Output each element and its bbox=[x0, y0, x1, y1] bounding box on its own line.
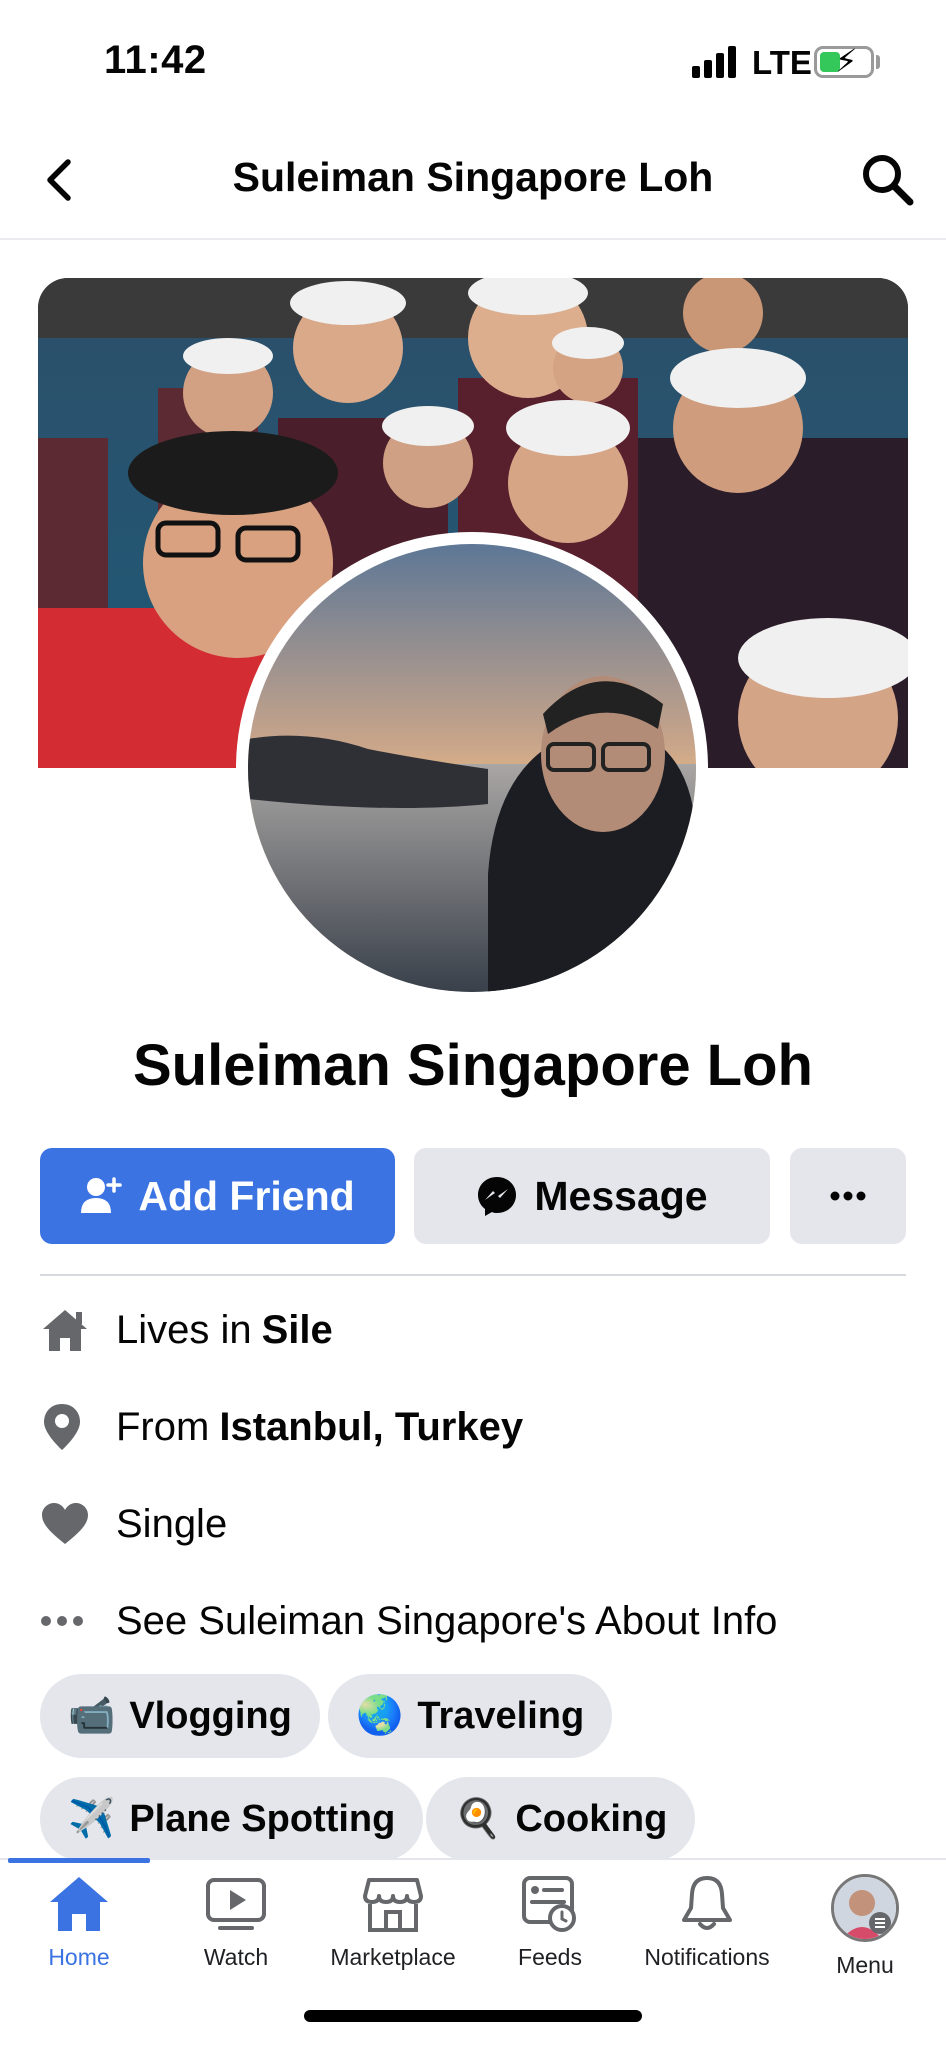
globe-icon: 🌏 bbox=[356, 1695, 404, 1737]
from-prefix: From bbox=[116, 1404, 210, 1449]
messenger-icon bbox=[478, 1177, 517, 1216]
tab-label: Watch bbox=[203, 1944, 269, 1970]
network-label: LTE bbox=[752, 44, 812, 81]
profile-name: Suleiman Singapore Loh bbox=[133, 1033, 813, 1098]
marketplace-icon bbox=[363, 1878, 423, 1932]
relationship-status: Single bbox=[116, 1501, 228, 1546]
location-pin-icon bbox=[44, 1404, 80, 1450]
info-from: From Istanbul, Turkey bbox=[40, 1397, 906, 1457]
interest-label: Cooking bbox=[515, 1797, 668, 1840]
interest-label: Plane Spotting bbox=[129, 1797, 396, 1840]
status-bar: 11:42 LTE ⚡ bbox=[0, 0, 946, 120]
nav-header: Suleiman Singapore Loh bbox=[0, 120, 946, 240]
status-time: 11:42 bbox=[104, 38, 207, 82]
battery-icon: ⚡ bbox=[814, 45, 874, 78]
about-info-link[interactable]: See Suleiman Singapore's About Info bbox=[116, 1599, 777, 1644]
lives-prefix: Lives in bbox=[116, 1307, 252, 1352]
home-icon bbox=[43, 1310, 87, 1351]
active-tab-indicator bbox=[8, 1858, 150, 1863]
airplane-icon: ✈️ bbox=[68, 1798, 116, 1840]
interest-chip-cooking[interactable]: 🍳 Cooking bbox=[426, 1777, 696, 1861]
interest-label: Traveling bbox=[417, 1694, 585, 1737]
tab-label: Notifications bbox=[644, 1944, 770, 1970]
info-about-link[interactable]: See Suleiman Singapore's About Info bbox=[40, 1591, 906, 1651]
add-friend-button[interactable]: Add Friend bbox=[40, 1148, 395, 1244]
section-divider bbox=[40, 1274, 906, 1276]
search-icon[interactable] bbox=[858, 150, 916, 208]
interest-label: Vlogging bbox=[129, 1694, 292, 1737]
home-icon bbox=[50, 1877, 108, 1931]
tab-notifications[interactable]: Notifications bbox=[628, 1874, 786, 1984]
battery-cap bbox=[876, 55, 880, 69]
tab-menu[interactable]: Menu bbox=[786, 1874, 944, 1984]
frying-pan-icon: 🍳 bbox=[454, 1798, 502, 1840]
tab-marketplace[interactable]: Marketplace bbox=[314, 1874, 472, 1984]
avatar bbox=[831, 1874, 899, 1942]
tab-label: Home bbox=[48, 1944, 110, 1970]
page-title: Suleiman Singapore Loh bbox=[232, 154, 714, 200]
lives-value[interactable]: Sile bbox=[262, 1308, 333, 1353]
add-friend-icon bbox=[81, 1177, 123, 1213]
interest-chip-plane-spotting[interactable]: ✈️ Plane Spotting bbox=[40, 1777, 424, 1861]
signal-icon bbox=[692, 46, 738, 78]
from-value[interactable]: Istanbul, Turkey bbox=[219, 1405, 523, 1450]
watch-icon bbox=[206, 1878, 266, 1930]
home-indicator bbox=[304, 2010, 642, 2022]
info-lives-in: Lives in Sile bbox=[40, 1300, 906, 1360]
profile-picture[interactable] bbox=[248, 544, 696, 992]
message-label: Message bbox=[534, 1172, 708, 1219]
tab-feeds[interactable]: Feeds bbox=[471, 1874, 629, 1984]
interest-chip-vlogging[interactable]: 📹 Vlogging bbox=[40, 1674, 320, 1758]
ellipsis-icon bbox=[41, 1616, 83, 1626]
bell-icon bbox=[682, 1876, 732, 1930]
interest-chip-traveling[interactable]: 🌏 Traveling bbox=[328, 1674, 613, 1758]
tab-home[interactable]: Home bbox=[0, 1874, 158, 1984]
message-button[interactable]: Message bbox=[414, 1148, 770, 1244]
more-options-button[interactable] bbox=[790, 1148, 906, 1244]
tab-label: Feeds bbox=[518, 1944, 582, 1970]
tab-label: Marketplace bbox=[330, 1944, 456, 1970]
tab-label: Menu bbox=[836, 1952, 894, 1978]
tab-watch[interactable]: Watch bbox=[157, 1874, 315, 1984]
heart-icon bbox=[42, 1503, 88, 1544]
info-relationship: Single bbox=[40, 1494, 906, 1554]
video-camera-icon: 📹 bbox=[68, 1695, 116, 1737]
feeds-icon bbox=[522, 1876, 576, 1932]
add-friend-label: Add Friend bbox=[138, 1172, 355, 1219]
more-icon bbox=[830, 1191, 866, 1201]
